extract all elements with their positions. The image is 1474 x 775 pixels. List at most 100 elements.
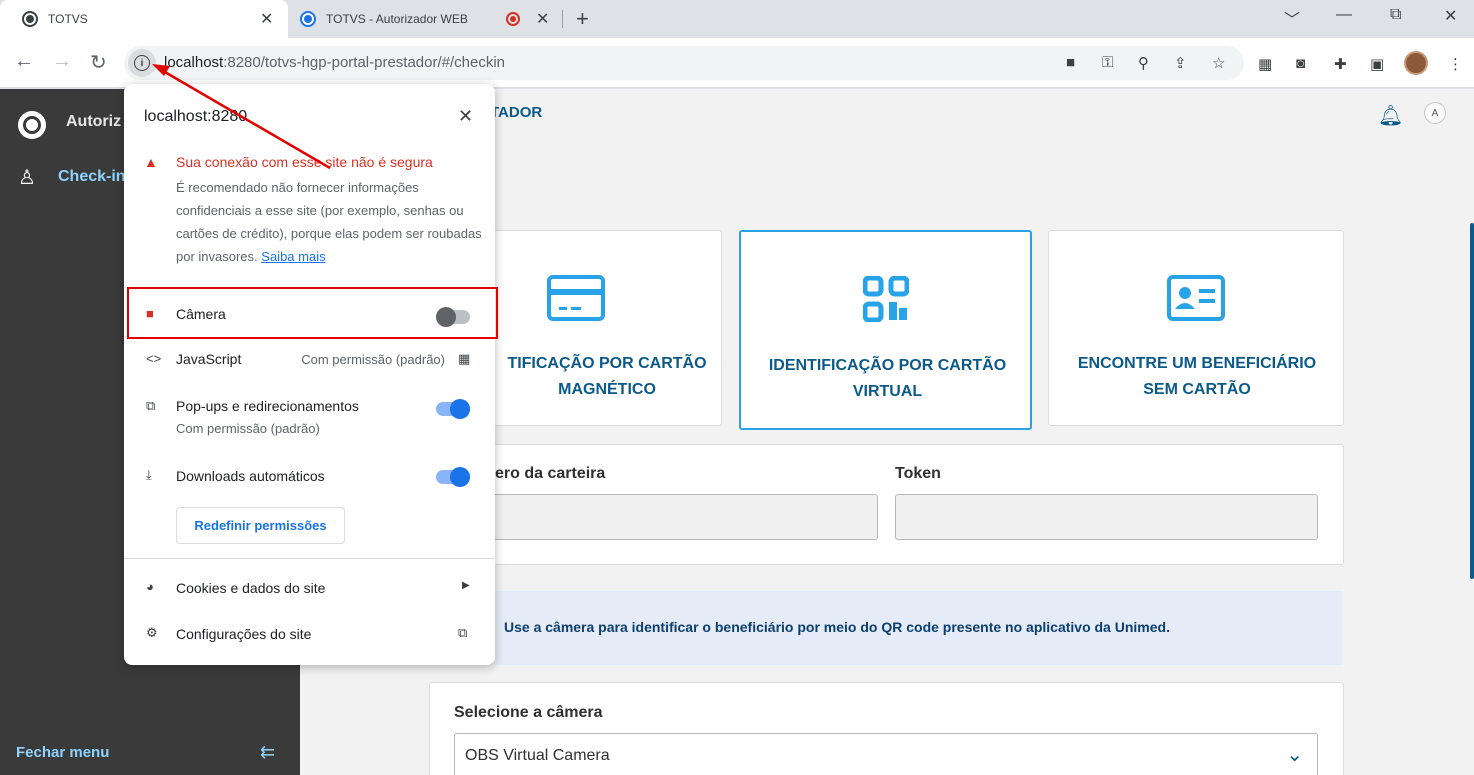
card-label-line: SEM CARTÃO (1143, 381, 1251, 398)
download-icon: ⤓ (146, 467, 152, 482)
credit-card-icon (547, 275, 605, 321)
cookies-row[interactable]: ◕ Cookies e dados do site ▶ (124, 570, 495, 606)
permission-label: Downloads automáticos (176, 468, 325, 484)
site-settings-icon[interactable]: ▦ (458, 351, 470, 367)
divider (124, 558, 495, 559)
collapse-menu-icon[interactable]: ⇇ (260, 742, 275, 763)
permission-downloads[interactable]: ⤓ Downloads automáticos (124, 458, 495, 494)
external-link-icon: ⧉ (146, 398, 156, 413)
learn-more-link[interactable]: Saiba mais (261, 249, 325, 264)
info-text: Use a câmera para identificar o benefici… (504, 619, 1170, 635)
tab-totvs[interactable]: TOTVS ✕ (0, 0, 288, 38)
tab-search-icon[interactable]: ﹀ (1284, 6, 1300, 30)
minimize-icon[interactable]: — (1336, 6, 1352, 24)
card-no-card[interactable]: ENCONTRE UM BENEFICIÁRIO SEM CARTÃO (1048, 230, 1344, 426)
card-label-line: MAGNÉTICO (558, 381, 656, 398)
form-panel: ero da carteira Token (430, 444, 1344, 565)
tab-title: TOTVS (48, 12, 88, 26)
user-icon: ♙ (18, 167, 36, 189)
tab-autorizador[interactable]: TOTVS - Autorizador WEB ✕ (292, 0, 560, 38)
share-icon[interactable]: ⇪ (1174, 54, 1187, 72)
site-settings-row[interactable]: ⚙ Configurações do site ⧉ (124, 616, 495, 652)
extensions-puzzle-icon[interactable]: ✚ (1334, 55, 1347, 73)
card-label-line: VIRTUAL (852, 383, 923, 400)
warning-title: Sua conexão com esse site não é segura (176, 154, 433, 170)
page-header-title: TADOR (490, 104, 543, 121)
totvs-favicon-icon (22, 11, 38, 27)
open-external-icon: ⧉ (458, 625, 468, 640)
profile-avatar[interactable] (1404, 51, 1428, 75)
token-label: Token (895, 465, 941, 482)
cookies-label: Cookies e dados do site (176, 580, 326, 596)
downloads-toggle[interactable] (436, 467, 470, 487)
card-label-line: ENCONTRE UM BENEFICIÁRIO (1077, 355, 1317, 372)
screenshot-extension-icon[interactable]: ◙ (1296, 55, 1305, 72)
annotation-highlight-box (127, 287, 498, 339)
gear-icon: ⚙ (146, 625, 158, 640)
bookmark-star-icon[interactable]: ☆ (1212, 54, 1225, 72)
restore-icon[interactable]: ⧉ (1390, 6, 1401, 24)
address-bar[interactable]: localhost:8280/totvs-hgp-portal-prestado… (124, 46, 1244, 80)
card-label-line: IDENTIFICAÇÃO POR CARTÃO (768, 357, 1007, 374)
code-icon: <> (146, 351, 162, 366)
permission-status: Com permissão (padrão) (176, 421, 320, 436)
toggle-knob (450, 467, 470, 487)
chevron-down-icon: ⌄ (1286, 744, 1303, 766)
permission-javascript[interactable]: <> JavaScript Com permissão (padrão) ▦ (124, 342, 495, 382)
close-icon[interactable]: ✕ (458, 106, 473, 127)
warning-description: É recomendado não fornecer informações c… (176, 180, 482, 264)
scrollbar[interactable] (1470, 223, 1474, 579)
token-input[interactable] (895, 494, 1318, 540)
window-close-icon[interactable]: ✕ (1444, 6, 1457, 26)
user-avatar[interactable]: A (1424, 102, 1446, 124)
qr-code-extension-icon[interactable]: ▦ (1258, 55, 1272, 73)
id-card-icon (1167, 275, 1225, 321)
tab-close-icon[interactable]: ✕ (536, 9, 549, 29)
permission-popups[interactable]: ⧉ Pop-ups e redirecionamentos Com permis… (124, 388, 495, 444)
card-number-input[interactable] (471, 494, 878, 540)
sidebar-item-checkin[interactable]: Check-in (58, 168, 126, 186)
site-settings-label: Configurações do site (176, 626, 312, 642)
forward-icon[interactable]: → (52, 50, 72, 73)
camera-select[interactable]: OBS Virtual Camera ⌄ (454, 733, 1318, 775)
chevron-right-icon: ▶ (462, 580, 470, 591)
permission-status: Com permissão (padrão) (301, 352, 445, 367)
toggle-knob (450, 399, 470, 419)
new-tab-button[interactable]: + (576, 6, 589, 32)
zoom-icon[interactable]: ⚲ (1138, 54, 1149, 72)
card-number-label: ero da carteira (495, 465, 606, 482)
tab-strip: TOTVS ✕ TOTVS - Autorizador WEB ✕ + ﹀ — … (0, 0, 1474, 38)
reload-icon[interactable]: ↻ (90, 50, 107, 75)
camera-panel: Selecione a câmera OBS Virtual Camera ⌄ (429, 682, 1344, 775)
back-icon[interactable]: ← (14, 50, 34, 73)
qr-code-icon (862, 276, 909, 322)
permission-label: JavaScript (176, 351, 242, 367)
key-icon[interactable]: ⚿ (1102, 54, 1113, 71)
close-menu-link[interactable]: Fechar menu (16, 744, 109, 761)
reset-permissions-button[interactable]: Redefinir permissões (176, 507, 345, 544)
tab-close-icon[interactable]: ✕ (260, 9, 273, 29)
popup-host: localhost:8280 (144, 108, 248, 125)
info-banner: Use a câmera para identificar o benefici… (490, 591, 1342, 665)
totvs-logo-icon (18, 111, 46, 139)
permission-label: Pop-ups e redirecionamentos (176, 398, 359, 414)
site-info-popup: localhost:8280 ✕ ▲ Sua conexão com esse … (124, 84, 495, 665)
tab-title: TOTVS - Autorizador WEB (326, 12, 468, 26)
warning-icon: ▲ (144, 154, 158, 170)
sidebar-title: Autoriz (66, 113, 122, 130)
browser-toolbar: ← → ↻ localhost:8280/totvs-hgp-portal-pr… (0, 38, 1474, 88)
popups-toggle[interactable] (436, 399, 470, 419)
side-panel-icon[interactable]: ▣ (1370, 55, 1384, 73)
totvs-favicon-icon (300, 11, 316, 27)
url-text[interactable]: localhost:8280/totvs-hgp-portal-prestado… (164, 54, 505, 71)
site-info-icon[interactable] (128, 49, 156, 77)
card-virtual[interactable]: IDENTIFICAÇÃO POR CARTÃO VIRTUAL (739, 230, 1032, 430)
camera-in-use-icon[interactable]: ■ (1066, 54, 1075, 71)
tab-divider (562, 10, 563, 28)
camera-label: Selecione a câmera (454, 704, 603, 721)
card-label-line: TIFICAÇÃO POR CARTÃO (507, 355, 707, 372)
more-menu-icon[interactable]: ⋮ (1448, 55, 1463, 73)
notification-bell-icon[interactable]: 🔔︎ (1378, 103, 1403, 128)
recording-icon (506, 12, 520, 26)
cookie-icon: ◕ (146, 579, 154, 594)
